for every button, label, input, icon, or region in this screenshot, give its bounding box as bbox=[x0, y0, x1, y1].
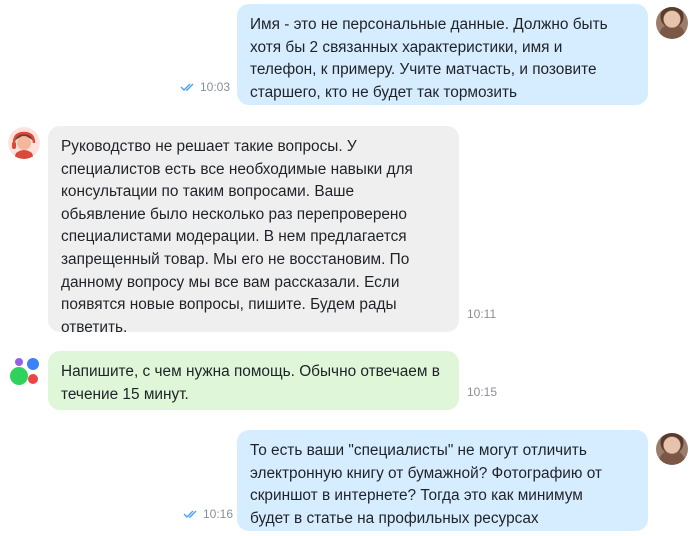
message-time: 10:16 bbox=[203, 507, 234, 521]
user-avatar[interactable] bbox=[656, 7, 688, 39]
brand-logo-icon bbox=[10, 358, 39, 385]
message-text: Руководство не решает такие вопросы. У с… bbox=[61, 138, 413, 336]
brand-logo-avatar bbox=[8, 355, 40, 387]
message-text: То есть ваши "специалисты" не могут отли… bbox=[250, 442, 602, 527]
message-bubble-auto-reply[interactable]: Напишите, с чем нужна помощь. Обычно отв… bbox=[48, 351, 459, 410]
message-time: 10:03 bbox=[200, 80, 231, 94]
message-bubble-incoming[interactable]: Руководство не решает такие вопросы. У с… bbox=[48, 126, 459, 336]
message-1-meta: 10:03 bbox=[180, 80, 230, 94]
support-agent-avatar[interactable] bbox=[8, 127, 40, 159]
message-4-meta: 10:16 bbox=[183, 507, 233, 521]
double-check-icon bbox=[183, 510, 197, 518]
message-bubble-outgoing[interactable]: Имя - это не персональные данные. Должно… bbox=[237, 4, 648, 105]
user-avatar[interactable] bbox=[656, 433, 688, 465]
message-3-meta: 10:15 bbox=[467, 385, 497, 399]
message-time: 10:15 bbox=[467, 385, 498, 399]
message-text: Напишите, с чем нужна помощь. Обычно отв… bbox=[61, 363, 440, 403]
double-check-icon bbox=[180, 83, 194, 91]
message-time: 10:11 bbox=[467, 307, 497, 321]
message-text: Имя - это не персональные данные. Должно… bbox=[250, 16, 608, 101]
message-2-meta: 10:11 bbox=[467, 307, 496, 321]
support-agent-icon bbox=[8, 127, 40, 159]
message-bubble-outgoing[interactable]: То есть ваши "специалисты" не могут отли… bbox=[237, 430, 648, 531]
